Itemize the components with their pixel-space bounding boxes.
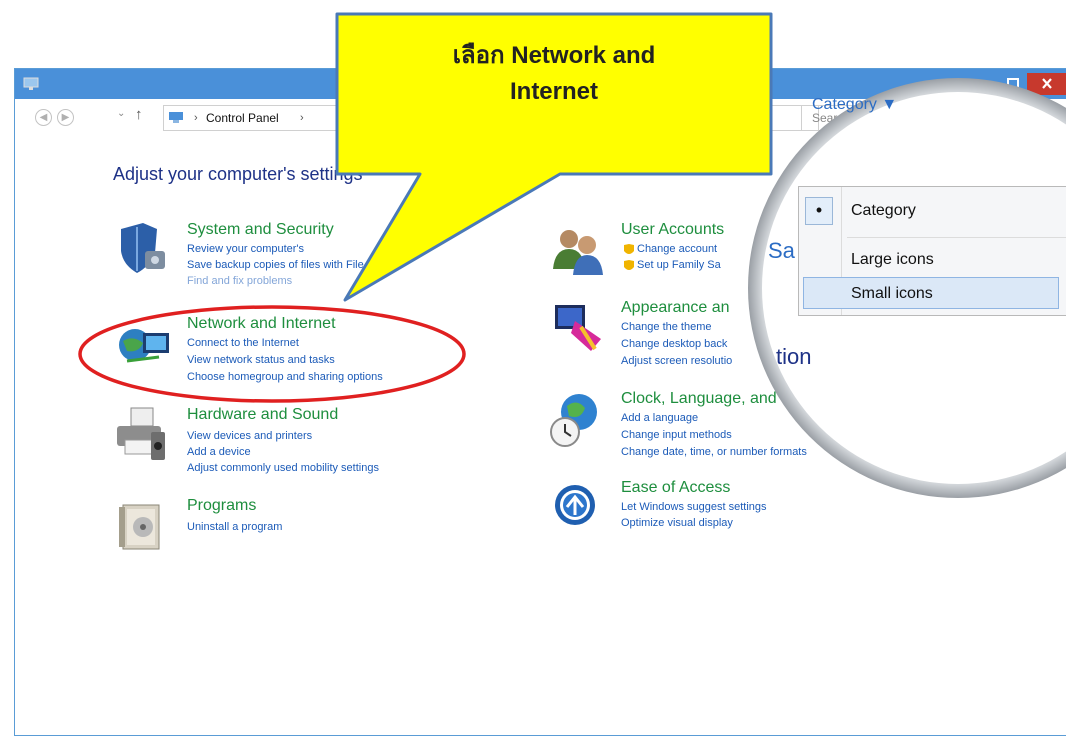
breadcrumb-control-panel[interactable]: Control Panel bbox=[206, 111, 279, 125]
category-title-network-internet[interactable]: Network and Internet bbox=[187, 315, 336, 333]
callout-text: เลือก Network and Internet bbox=[337, 38, 771, 110]
shield-icon bbox=[121, 223, 165, 273]
category-network-internet[interactable]: Network and Internet Connect to the Inte… bbox=[113, 315, 533, 395]
programs-icon bbox=[119, 504, 160, 550]
link-change-desktop-background[interactable]: Change desktop back bbox=[621, 338, 727, 350]
link-change-input-methods[interactable]: Change input methods bbox=[621, 429, 732, 441]
view-by-menu: • Category Large icons Small icons bbox=[798, 186, 1066, 316]
category-ease-of-access: Ease of Access Let Windows suggest setti… bbox=[547, 479, 987, 539]
up-button[interactable]: ↑ bbox=[135, 106, 143, 123]
link-connect-internet[interactable]: Connect to the Internet bbox=[187, 337, 299, 349]
control-panel-icon bbox=[23, 77, 39, 90]
link-mobility-settings[interactable]: Adjust commonly used mobility settings bbox=[187, 462, 379, 474]
maximize-icon bbox=[1007, 78, 1019, 89]
clock-globe-icon bbox=[550, 394, 597, 447]
minimize-icon bbox=[983, 87, 991, 89]
menu-divider bbox=[847, 237, 1066, 238]
menu-item-label: Large icons bbox=[851, 251, 934, 268]
link-add-language[interactable]: Add a language bbox=[621, 412, 698, 424]
category-programs: Programs Uninstall a program bbox=[113, 497, 533, 557]
magnified-label-fragment: Sa bbox=[768, 238, 795, 263]
link-optimize-visual-display[interactable]: Optimize visual display bbox=[621, 517, 733, 529]
back-button[interactable]: ◀ bbox=[35, 109, 52, 126]
link-find-fix-problems[interactable]: Find and fix problems bbox=[187, 275, 292, 287]
shield-icon bbox=[624, 244, 634, 270]
selected-bullet-icon: • bbox=[805, 197, 833, 225]
category-title-user-accounts[interactable]: User Accounts bbox=[621, 221, 724, 239]
link-screen-resolution[interactable]: Adjust screen resolutio bbox=[621, 355, 732, 367]
user-accounts-icon bbox=[553, 230, 603, 275]
category-title-ease-of-access[interactable]: Ease of Access bbox=[621, 479, 730, 497]
link-view-devices-printers[interactable]: View devices and printers bbox=[187, 430, 312, 442]
link-windows-suggest-settings[interactable]: Let Windows suggest settings bbox=[621, 501, 767, 513]
menu-item-label: Category bbox=[851, 202, 916, 219]
network-globe-icon bbox=[119, 329, 169, 363]
link-change-account-type[interactable]: Change account bbox=[637, 243, 717, 255]
category-title-hardware-sound[interactable]: Hardware and Sound bbox=[187, 406, 338, 424]
callout-line-2: Internet bbox=[509, 78, 598, 105]
menu-item-label: Small icons bbox=[851, 285, 933, 302]
view-by-dropdown[interactable]: Category ▼ bbox=[812, 96, 897, 114]
breadcrumb-separator-icon: › bbox=[300, 112, 304, 124]
category-clock-language: Clock, Language, and Add a language Chan… bbox=[547, 390, 987, 470]
close-button[interactable] bbox=[1027, 73, 1066, 95]
link-uninstall-program[interactable]: Uninstall a program bbox=[187, 521, 282, 533]
ease-of-access-icon bbox=[555, 485, 595, 525]
maximize-button[interactable] bbox=[1001, 73, 1025, 95]
minimize-button[interactable] bbox=[975, 73, 999, 95]
category-hardware-sound: Hardware and Sound View devices and prin… bbox=[113, 406, 533, 486]
control-panel-icon bbox=[169, 112, 183, 123]
link-save-backup-copies[interactable]: Save backup copies of files with File Hi… bbox=[187, 259, 401, 271]
link-change-theme[interactable]: Change the theme bbox=[621, 321, 712, 333]
recent-locations-button[interactable]: ⌄ bbox=[117, 108, 125, 119]
magnified-label-fragment: tion bbox=[776, 344, 812, 369]
link-add-device[interactable]: Add a device bbox=[187, 446, 251, 458]
category-title-programs[interactable]: Programs bbox=[187, 497, 256, 515]
link-date-time-formats[interactable]: Change date, time, or number formats bbox=[621, 446, 807, 458]
link-family-safety[interactable]: Set up Family Sa bbox=[637, 259, 721, 271]
page-title: Adjust your computer's settings bbox=[113, 164, 363, 184]
menu-item-large-icons[interactable]: Large icons bbox=[799, 243, 1066, 275]
breadcrumb-separator-icon: › bbox=[194, 112, 198, 124]
appearance-icon bbox=[555, 305, 601, 351]
callout-line-1: เลือก Network and bbox=[452, 42, 656, 69]
category-title-clock-language[interactable]: Clock, Language, and bbox=[621, 390, 777, 408]
close-icon bbox=[1042, 78, 1052, 89]
category-title-system-security[interactable]: System and Security bbox=[187, 221, 334, 239]
link-review-computer-status[interactable]: Review your computer's bbox=[187, 243, 304, 255]
category-system-security: System and Security Review your computer… bbox=[113, 221, 533, 301]
category-title-appearance[interactable]: Appearance an bbox=[621, 299, 730, 317]
forward-button[interactable]: ▶ bbox=[57, 109, 74, 126]
menu-item-small-icons[interactable]: Small icons bbox=[803, 277, 1059, 309]
link-view-network-status[interactable]: View network status and tasks bbox=[187, 354, 335, 366]
control-panel-window: ◀ ▶ ⌄ ↑ › Control Panel › Sear Adjust yo… bbox=[14, 68, 1066, 736]
menu-item-category[interactable]: • Category bbox=[799, 193, 1066, 231]
link-homegroup-sharing[interactable]: Choose homegroup and sharing options bbox=[187, 371, 383, 383]
printer-icon bbox=[117, 407, 165, 460]
